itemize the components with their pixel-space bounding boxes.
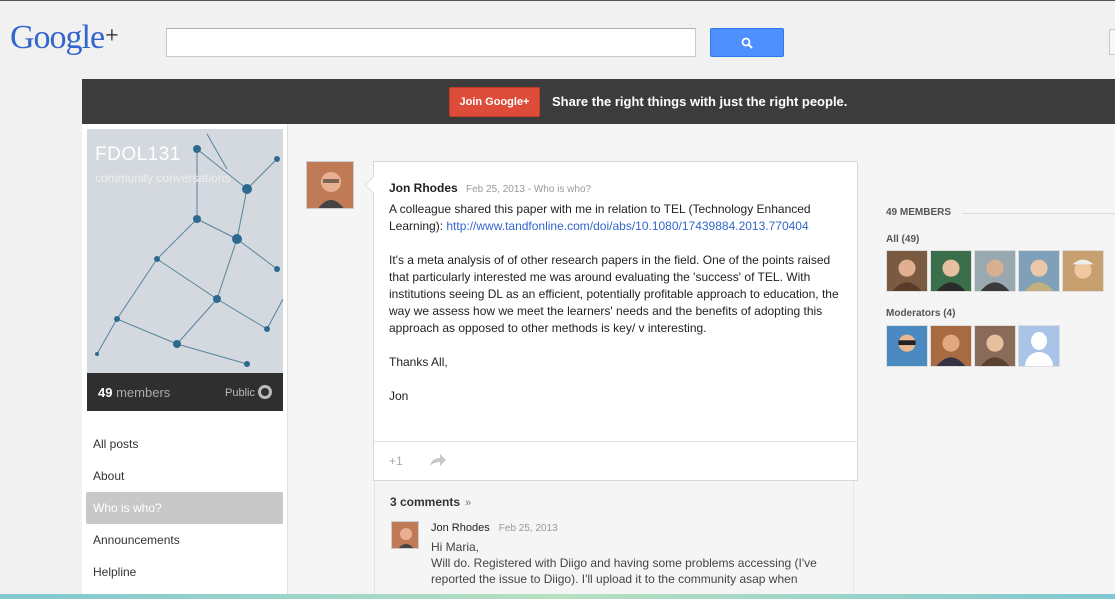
sign-in-button[interactable] xyxy=(1109,29,1115,55)
members-label: members xyxy=(116,385,171,400)
logo-plus: + xyxy=(105,23,119,49)
post-paragraph-3: Thanks All, xyxy=(389,355,448,369)
paper-link[interactable]: http://www.tandfonline.com/doi/abs/10.10… xyxy=(446,219,808,233)
left-sidebar: FDOL131 community conversations 49 membe… xyxy=(82,124,288,599)
moderator-avatar[interactable] xyxy=(886,325,928,367)
taskbar-edge xyxy=(0,594,1115,599)
search-button[interactable] xyxy=(710,28,784,57)
chevron-down-icon: » xyxy=(465,497,472,509)
comments-count-label: 3 comments xyxy=(390,495,461,509)
author-photo xyxy=(307,162,353,208)
member-avatar[interactable] xyxy=(930,250,972,292)
plus-one-button[interactable]: +1 xyxy=(389,454,403,468)
banner-tagline: Share the right things with just the rig… xyxy=(552,94,848,109)
community-card: FDOL131 community conversations 49 membe… xyxy=(87,129,283,411)
logo-text: Google xyxy=(10,19,105,56)
share-icon[interactable] xyxy=(429,453,447,467)
globe-icon xyxy=(258,385,272,399)
search-input[interactable] xyxy=(166,28,696,57)
post-meta[interactable]: Feb 25, 2013 - Who is who? xyxy=(466,184,591,195)
community-nav: All posts About Who is who? Announcement… xyxy=(82,428,288,588)
nav-item-who-is-who[interactable]: Who is who? xyxy=(86,492,283,524)
main-content: FDOL131 community conversations 49 membe… xyxy=(82,124,1115,599)
comments-toggle[interactable]: 3 comments » xyxy=(390,495,471,509)
comment-line-2: Will do. Registered with Diigo and havin… xyxy=(431,556,817,586)
top-bar: Google+ xyxy=(0,0,1115,79)
post-author-avatar[interactable] xyxy=(306,161,354,209)
moderator-avatar[interactable] xyxy=(930,325,972,367)
post-header: Jon Rhodes Feb 25, 2013 - Who is who? xyxy=(389,181,591,195)
nav-item-about[interactable]: About xyxy=(82,460,288,492)
post-paragraph-2: It's a meta analysis of of other researc… xyxy=(389,253,839,335)
comment-header: Jon Rhodes Feb 25, 2013 xyxy=(431,522,558,534)
post-paragraph-1: A colleague shared this paper with me in… xyxy=(389,201,849,235)
community-card-footer: 49 members Public xyxy=(87,373,283,411)
join-google-plus-button[interactable]: Join Google+ xyxy=(449,87,540,117)
post-body: A colleague shared this paper with me in… xyxy=(389,201,849,422)
community-title: FDOL131 xyxy=(95,144,181,165)
comment-author-photo xyxy=(392,522,418,548)
moderator-avatar[interactable] xyxy=(974,325,1016,367)
comment-author-name[interactable]: Jon Rhodes xyxy=(431,522,490,534)
visibility-label: Public xyxy=(225,387,255,399)
nav-item-announcements[interactable]: Announcements xyxy=(82,524,288,556)
search-icon xyxy=(741,37,753,49)
members-number: 49 xyxy=(98,385,113,400)
member-avatar[interactable] xyxy=(1018,250,1060,292)
comment-date[interactable]: Feb 25, 2013 xyxy=(499,523,558,534)
member-avatar[interactable] xyxy=(886,250,928,292)
nav-item-helpline[interactable]: Helpline xyxy=(82,556,288,588)
moderator-avatars xyxy=(886,325,1060,367)
post-actions: +1 xyxy=(374,441,857,481)
default-avatar-icon[interactable] xyxy=(1018,325,1060,367)
divider xyxy=(962,213,1115,214)
members-count[interactable]: 49 members xyxy=(98,385,170,400)
comment-line-1: Hi Maria, xyxy=(431,540,480,554)
member-avatar[interactable] xyxy=(974,250,1016,292)
community-subtitle: community conversations xyxy=(95,171,231,185)
post-card: Jon Rhodes Feb 25, 2013 - Who is who? A … xyxy=(365,161,858,481)
post-author-name[interactable]: Jon Rhodes xyxy=(389,181,458,195)
all-members-label[interactable]: All (49) xyxy=(886,234,919,245)
comment-author-avatar[interactable] xyxy=(391,521,419,549)
comments-section: 3 comments » Jon Rhodes Feb 25, 2013 Hi M… xyxy=(374,481,854,599)
nav-item-all-posts[interactable]: All posts xyxy=(82,428,288,460)
join-banner: Join Google+ Share the right things with… xyxy=(82,79,1115,124)
comment-body: Hi Maria, Will do. Registered with Diigo… xyxy=(431,539,841,587)
member-avatar[interactable] xyxy=(1062,250,1104,292)
members-heading[interactable]: 49 MEMBERS xyxy=(886,207,951,218)
post-signature: Jon xyxy=(389,389,409,403)
google-plus-logo[interactable]: Google+ xyxy=(10,19,119,57)
all-members-avatars xyxy=(886,250,1104,292)
moderators-label[interactable]: Moderators (4) xyxy=(886,308,955,319)
